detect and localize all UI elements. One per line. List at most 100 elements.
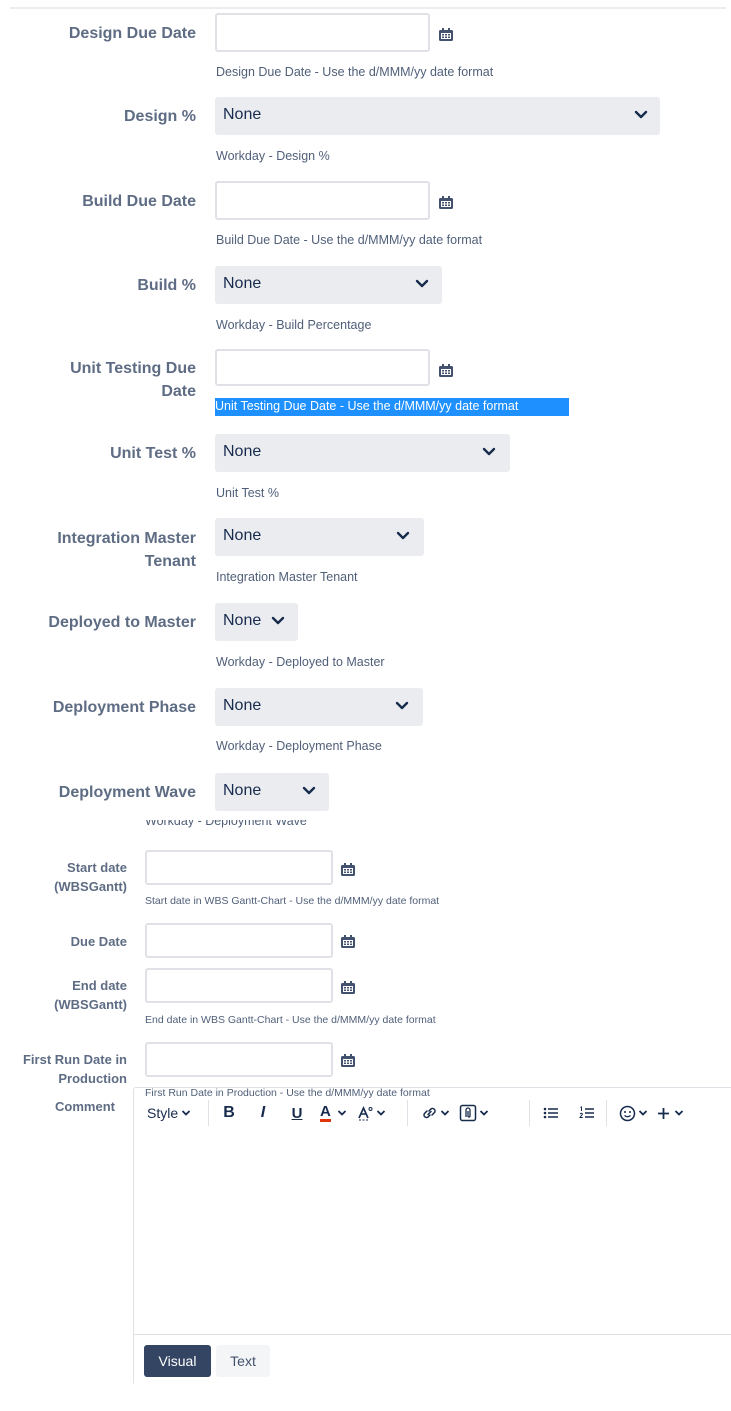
- chevron-down-icon: [376, 1110, 386, 1116]
- chevron-down-icon: [638, 1110, 648, 1116]
- design-pct-value: None: [223, 106, 262, 123]
- deployment-wave-value: None: [223, 782, 262, 799]
- design-due-date-label: Design Due Date: [68, 25, 196, 42]
- due-date-input[interactable]: [145, 923, 333, 958]
- text-color-label: A: [320, 1103, 331, 1122]
- attachment-button[interactable]: [459, 1102, 489, 1124]
- start-date-wbs-label: Start date (WBSGantt): [0, 858, 127, 896]
- design-pct-description: Workday - Design %: [216, 149, 330, 163]
- deployment-phase-value: None: [223, 697, 262, 714]
- unit-testing-due-date-description: Unit Testing Due Date - Use the d/MMM/yy…: [215, 398, 569, 416]
- chevron-down-icon: [395, 701, 409, 710]
- calendar-icon[interactable]: [340, 1054, 356, 1068]
- build-pct-select[interactable]: None: [215, 266, 442, 304]
- end-date-wbs-label-line2: (WBSGantt): [54, 997, 127, 1012]
- plus-icon: [658, 1107, 669, 1119]
- deployment-wave-select[interactable]: None: [215, 773, 329, 811]
- build-pct-label: Build %: [137, 277, 196, 294]
- chevron-down-icon: [482, 447, 496, 456]
- first-run-date-label: First Run Date in Production: [0, 1050, 127, 1088]
- visual-mode-button[interactable]: Visual: [144, 1345, 211, 1377]
- comment-text-area[interactable]: [134, 1138, 731, 1334]
- toolbar-separator: [407, 1100, 408, 1126]
- text-mode-button[interactable]: Text: [216, 1345, 270, 1377]
- italic-button[interactable]: I: [256, 1102, 270, 1124]
- text-format-icon: [358, 1106, 373, 1121]
- deployed-to-master-description: Workday - Deployed to Master: [216, 655, 385, 669]
- calendar-icon[interactable]: [340, 981, 356, 995]
- build-due-date-label: Build Due Date: [82, 193, 196, 210]
- calendar-icon[interactable]: [438, 196, 454, 210]
- text-color-button[interactable]: A: [320, 1102, 347, 1124]
- chevron-down-icon: [271, 616, 285, 625]
- deployment-wave-description-clip: Workday - Deployment Wave: [145, 820, 345, 836]
- toolbar-separator: [606, 1100, 607, 1126]
- attachment-icon: [459, 1104, 477, 1122]
- design-pct-label: Design %: [123, 108, 196, 125]
- chevron-down-icon: [634, 110, 648, 119]
- deployment-phase-select[interactable]: None: [215, 688, 423, 726]
- unit-test-pct-select[interactable]: None: [215, 434, 510, 472]
- deployed-to-master-value: None: [223, 612, 262, 629]
- integration-master-tenant-label-line1: Integration Master: [57, 530, 196, 547]
- deployment-wave-description: Workday - Deployment Wave: [145, 820, 307, 828]
- design-due-date-description: Design Due Date - Use the d/MMM/yy date …: [216, 65, 494, 79]
- deployment-phase-description: Workday - Deployment Phase: [216, 739, 382, 753]
- build-due-date-description: Build Due Date - Use the d/MMM/yy date f…: [216, 233, 483, 247]
- chevron-down-icon: [440, 1110, 450, 1116]
- editor-mode-bar: Visual Text: [134, 1334, 731, 1387]
- text-format-button[interactable]: [356, 1102, 386, 1124]
- comment-editor: Style B I U A Visual Text: [133, 1087, 731, 1387]
- unit-test-pct-label: Unit Test %: [110, 445, 196, 462]
- underline-button[interactable]: U: [289, 1102, 305, 1124]
- unit-testing-due-date-label: Unit Testing Due Date: [10, 357, 196, 403]
- calendar-icon[interactable]: [340, 935, 356, 949]
- top-divider: [10, 7, 726, 9]
- chevron-down-icon: [415, 279, 429, 288]
- start-date-wbs-input[interactable]: [145, 850, 333, 885]
- emoji-button[interactable]: [619, 1102, 648, 1124]
- numbered-list-icon: [579, 1106, 594, 1118]
- insert-more-button[interactable]: [656, 1102, 684, 1124]
- numbered-list-button[interactable]: [579, 1102, 595, 1124]
- build-due-date-input[interactable]: [215, 181, 430, 220]
- due-date-label: Due Date: [70, 934, 127, 949]
- first-run-date-input[interactable]: [145, 1042, 333, 1077]
- deployed-to-master-label: Deployed to Master: [48, 614, 196, 631]
- end-date-wbs-label: End date (WBSGantt): [0, 976, 127, 1014]
- bullet-list-button[interactable]: [543, 1102, 559, 1124]
- unit-testing-due-date-label-line1: Unit Testing Due: [70, 360, 196, 377]
- build-pct-value: None: [223, 275, 262, 292]
- unit-test-pct-value: None: [223, 443, 262, 460]
- integration-master-tenant-description: Integration Master Tenant: [216, 570, 358, 584]
- deployed-to-master-select[interactable]: None: [215, 603, 298, 641]
- chevron-down-icon: [479, 1110, 489, 1116]
- unit-test-pct-description: Unit Test %: [216, 486, 279, 500]
- toolbar-separator: [208, 1100, 209, 1126]
- end-date-wbs-input[interactable]: [145, 968, 333, 1003]
- unit-testing-due-date-label-line2: Date: [161, 383, 196, 400]
- integration-master-tenant-label-line2: Tenant: [144, 553, 196, 570]
- link-icon: [423, 1107, 436, 1119]
- calendar-icon[interactable]: [438, 28, 454, 42]
- first-run-date-label-line1: First Run Date in: [22, 1052, 127, 1067]
- build-pct-description: Workday - Build Percentage: [216, 318, 372, 332]
- bold-button[interactable]: B: [222, 1102, 236, 1124]
- style-dropdown[interactable]: Style: [147, 1102, 191, 1124]
- start-date-wbs-description: Start date in WBS Gantt-Chart - Use the …: [145, 895, 440, 907]
- chevron-down-icon: [337, 1110, 346, 1116]
- calendar-icon[interactable]: [438, 364, 454, 378]
- first-run-date-label-line2: Production: [58, 1071, 127, 1086]
- deployment-wave-label: Deployment Wave: [58, 784, 196, 801]
- design-due-date-input[interactable]: [215, 13, 430, 52]
- start-date-wbs-label-line2: (WBSGantt): [54, 879, 127, 894]
- end-date-wbs-description: End date in WBS Gantt-Chart - Use the d/…: [145, 1014, 436, 1026]
- design-pct-select[interactable]: None: [215, 97, 660, 135]
- integration-master-tenant-select[interactable]: None: [215, 518, 424, 556]
- style-dropdown-label: Style: [147, 1105, 179, 1121]
- editor-toolbar: Style B I U A: [134, 1088, 731, 1138]
- end-date-wbs-label-line1: End date: [72, 978, 127, 993]
- unit-testing-due-date-input[interactable]: [215, 349, 430, 386]
- link-button[interactable]: [421, 1102, 450, 1124]
- calendar-icon[interactable]: [340, 863, 356, 877]
